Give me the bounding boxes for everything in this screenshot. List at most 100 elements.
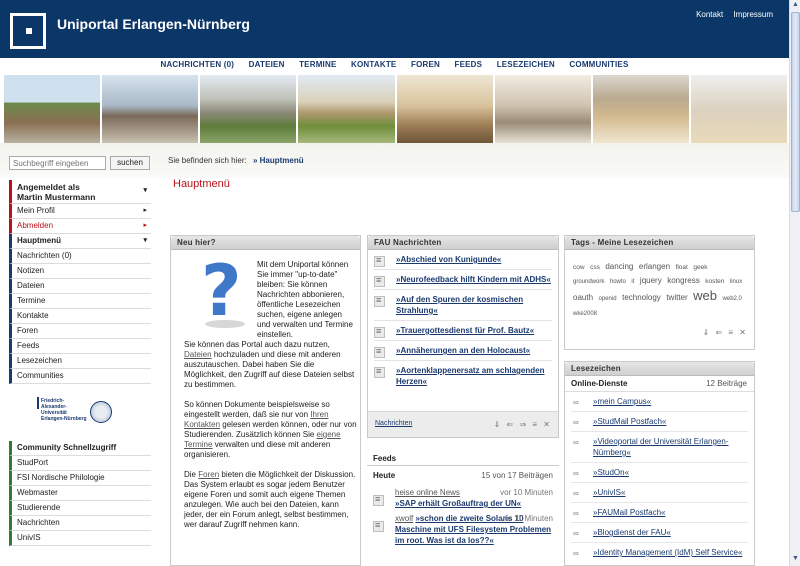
bookmark-item[interactable]: ∞ »mein Campus« (571, 392, 748, 412)
nav-feeds[interactable]: FEEDS (455, 60, 483, 69)
bookmark-item[interactable]: ∞ »FAUMail Postfach« (571, 503, 748, 523)
tag-link[interactable]: twitter (666, 293, 687, 302)
news-item[interactable]: »Abschied von Kunigunde« (374, 254, 552, 270)
feed-item[interactable]: heise online News vor 10 Minuten »SAP er… (373, 487, 553, 509)
community-item-nachrichten[interactable]: Nachrichten (9, 516, 151, 531)
nav-kontakte[interactable]: KONTAKTE (351, 60, 396, 69)
chevron-down-icon: ▾ (143, 237, 147, 244)
foren-link[interactable]: Foren (198, 470, 219, 479)
breadcrumb-current[interactable]: » Hauptmenü (253, 156, 304, 165)
feed-time: vor 10 Minuten (500, 488, 553, 497)
feed-item[interactable]: xwolf vor 11 Minuten »schon die zweite S… (373, 513, 553, 546)
news-item[interactable]: »Annäherungen an den Holocaust« (374, 345, 552, 361)
tag-link[interactable]: css (590, 264, 600, 271)
bookmark-item[interactable]: ∞ »Identity Management (IdM) Self Service… (571, 543, 748, 562)
feed-source[interactable]: heise online News (395, 488, 460, 497)
nav-dateien[interactable]: DATEIEN (249, 60, 285, 69)
nav-foren[interactable]: FOREN (411, 60, 440, 69)
news-link[interactable]: »Aortenklappenersatz am schlagenden Herz… (396, 366, 545, 386)
bookmark-link[interactable]: »StudOn« (593, 468, 629, 477)
tag-link[interactable]: technology (622, 293, 661, 302)
panel-controls-icon[interactable]: ⇓ ⇐ ⇒ ≡ ✕ (494, 420, 552, 429)
nav-lesezeichen[interactable]: LESEZEICHEN (497, 60, 555, 69)
community-item-webmaster[interactable]: Webmaster (9, 486, 151, 501)
bookmark-item[interactable]: ∞ »StudOn« (571, 463, 748, 483)
search-button[interactable]: suchen (110, 156, 150, 170)
feed-source[interactable]: xwolf (395, 514, 413, 523)
portal-logo-icon[interactable] (10, 13, 46, 49)
tag-link[interactable]: web2.0 (723, 296, 742, 302)
panel-controls-icon[interactable]: ⇓ ⇐ ≡ ✕ (703, 328, 748, 337)
bookmark-link[interactable]: »Videoportal der Universität Erlangen-Nü… (593, 437, 728, 457)
sidebar-item-foren[interactable]: Foren (9, 324, 151, 339)
sidebar-item-dateien[interactable]: Dateien (9, 279, 151, 294)
news-item[interactable]: »Trauergottesdienst für Prof. Bautz« (374, 325, 552, 341)
news-all-link[interactable]: Nachrichten (375, 420, 412, 427)
bookmark-item[interactable]: ∞ »StudMail Postfach« (571, 412, 748, 432)
scroll-down-icon[interactable]: ▼ (791, 555, 800, 565)
sidebar-item-communities[interactable]: Communities (9, 369, 151, 384)
news-item[interactable]: »Aortenklappenersatz am schlagenden Herz… (374, 365, 552, 391)
tag-link[interactable]: openid (599, 296, 617, 302)
community-item-fsi[interactable]: FSI Nordische Philologie (9, 471, 151, 486)
bookmark-link[interactable]: »FAUMail Postfach« (593, 508, 665, 517)
tag-link[interactable]: erlangen (639, 262, 670, 271)
scroll-thumb[interactable] (791, 12, 800, 212)
community-item-studierende[interactable]: Studierende (9, 501, 151, 516)
dateien-link[interactable]: Dateien (184, 350, 212, 359)
sidebar-item-profile[interactable]: Mein Profil ▸ (9, 204, 151, 219)
news-link[interactable]: »Annäherungen an den Holocaust« (396, 346, 530, 355)
news-item[interactable]: »Neurofeedback hilft Kindern mit ADHS« (374, 274, 552, 290)
user-info[interactable]: Angemeldet als Martin Mustermann ▾ (9, 180, 151, 204)
news-item[interactable]: »Auf den Spuren der kosmischen Strahlung… (374, 294, 552, 321)
bookmark-link[interactable]: »mein Campus« (593, 397, 651, 406)
tag-link[interactable]: jquery (640, 276, 662, 285)
impressum-link[interactable]: Impressum (733, 10, 773, 19)
search-input[interactable] (9, 156, 106, 170)
bookmark-item[interactable]: ∞ »Blogdienst der FAU« (571, 523, 748, 543)
bookmark-item[interactable]: ∞ »Videoportal der Universität Erlangen-N… (571, 432, 748, 463)
fau-logo[interactable]: Friedrich-Alexander-Universität Erlangen… (37, 395, 121, 425)
feed-link[interactable]: »SAP erhält Großauftrag der UN« (395, 499, 521, 508)
tag-link[interactable]: oauth (573, 293, 593, 302)
nav-termine[interactable]: TERMINE (299, 60, 336, 69)
tag-link[interactable]: groundwork (573, 279, 604, 285)
sidebar-item-termine[interactable]: Termine (9, 294, 151, 309)
bookmark-link[interactable]: »StudMail Postfach« (593, 417, 666, 426)
bookmark-item[interactable]: ∞ »UnivIS« (571, 483, 748, 503)
tag-link[interactable]: it (631, 279, 634, 285)
bookmark-link[interactable]: »Blogdienst der FAU« (593, 528, 671, 537)
sidebar-item-lesezeichen[interactable]: Lesezeichen (9, 354, 151, 369)
tag-link[interactable]: dancing (605, 262, 633, 271)
tag-link[interactable]: web (693, 288, 717, 303)
tag-link[interactable]: howto (610, 279, 626, 285)
tag-link[interactable]: wke2008 (573, 311, 597, 317)
bookmark-link[interactable]: »UnivIS« (593, 488, 625, 497)
tag-link[interactable]: geek (693, 264, 707, 271)
news-link[interactable]: »Auf den Spuren der kosmischen Strahlung… (396, 295, 523, 315)
news-link[interactable]: »Neurofeedback hilft Kindern mit ADHS« (396, 275, 551, 284)
tag-link[interactable]: cow (573, 264, 585, 271)
tag-link[interactable]: float (676, 264, 688, 271)
vertical-scrollbar[interactable]: ▲ ▼ (789, 0, 800, 566)
news-link[interactable]: »Trauergottesdienst für Prof. Bautz« (396, 326, 534, 335)
sidebar-item-nachrichten[interactable]: Nachrichten (0) (9, 249, 151, 264)
news-link[interactable]: »Abschied von Kunigunde« (396, 255, 501, 264)
nav-communities[interactable]: COMMUNITIES (569, 60, 628, 69)
sidebar-item-feeds[interactable]: Feeds (9, 339, 151, 354)
sidebar-item-logout[interactable]: Abmelden ▸ (9, 219, 151, 234)
scroll-up-icon[interactable]: ▲ (791, 1, 800, 11)
tag-link[interactable]: kosten (705, 278, 724, 285)
site-title[interactable]: Uniportal Erlangen-Nürnberg (57, 16, 250, 32)
sidebar-item-label: Feeds (17, 341, 40, 350)
community-item-univis[interactable]: UnivIS (9, 531, 151, 546)
sidebar-item-hauptmenu[interactable]: Hauptmenü ▾ (9, 234, 151, 249)
tag-link[interactable]: linux (730, 279, 742, 285)
sidebar-item-notizen[interactable]: Notizen (9, 264, 151, 279)
nav-nachrichten[interactable]: NACHRICHTEN (0) (160, 60, 234, 69)
community-item-studport[interactable]: StudPort (9, 456, 151, 471)
bookmark-link[interactable]: »Identity Management (IdM) Self Service« (593, 548, 742, 557)
kontakt-link[interactable]: Kontakt (696, 10, 723, 19)
tag-link[interactable]: kongress (667, 276, 699, 285)
sidebar-item-kontakte[interactable]: Kontakte (9, 309, 151, 324)
